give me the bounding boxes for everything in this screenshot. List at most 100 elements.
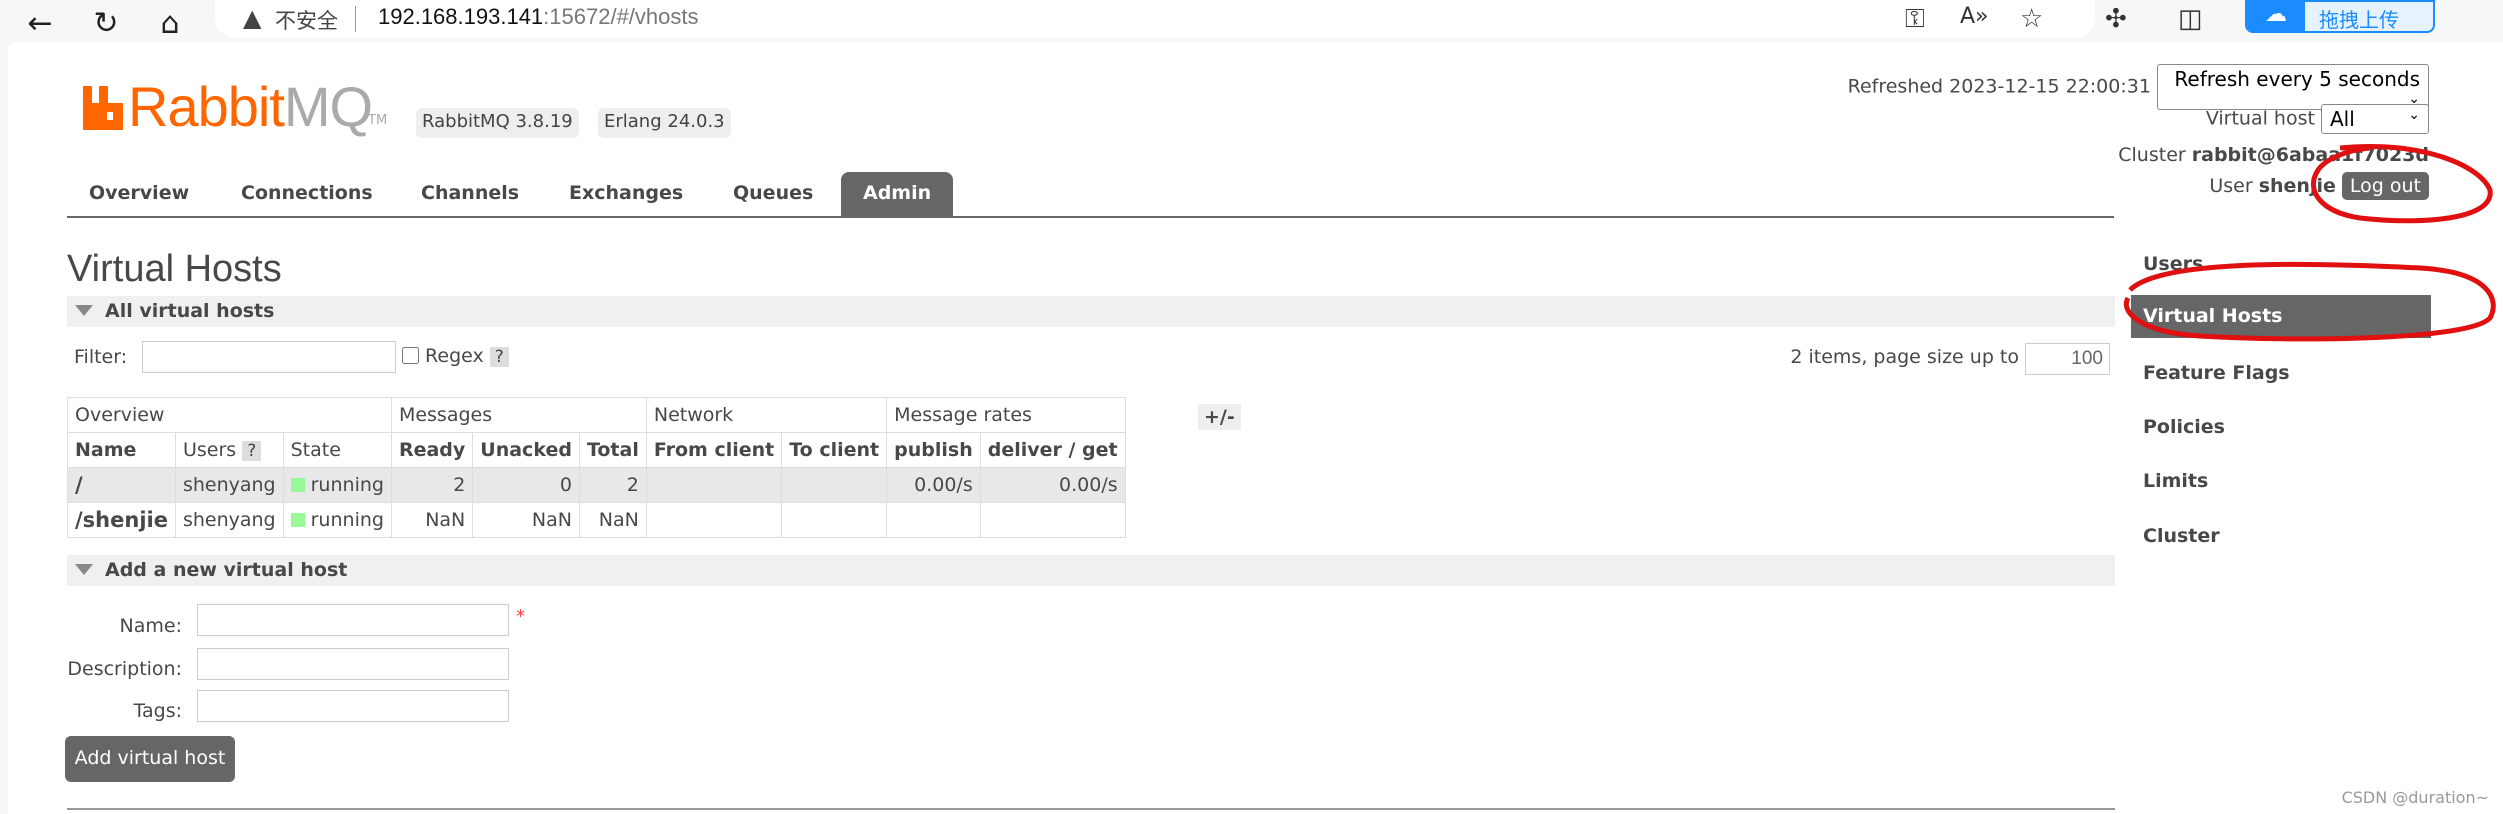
url-text[interactable]: 192.168.193.141:15672/#/vhosts	[378, 4, 699, 30]
cell-deliver-get: 0.00/s	[979, 467, 1126, 503]
add-vhost-button[interactable]: Add virtual host	[65, 736, 235, 782]
cell-publish: 0.00/s	[886, 467, 981, 503]
tags-label: Tags:	[133, 700, 182, 722]
tab-connections[interactable]: Connections	[219, 172, 395, 217]
cell-ready: NaN	[390, 502, 474, 538]
regex-row: Regex ?	[402, 345, 509, 367]
col-total: Total	[578, 432, 647, 468]
extensions-icon[interactable]: ✣	[2105, 4, 2127, 34]
vhosts-table: Overview Messages Network Message rates …	[67, 397, 1126, 538]
user-label: User	[2209, 175, 2253, 197]
divider	[355, 6, 356, 32]
split-screen-icon[interactable]: ◫	[2178, 4, 2203, 34]
sidebar-item-users[interactable]: Users	[2131, 243, 2431, 286]
vhost-tags-input[interactable]	[197, 690, 509, 722]
vhost-select-value: All	[2330, 107, 2355, 131]
col-from-client: From client	[645, 432, 783, 468]
state-text: running	[310, 474, 384, 496]
upload-label: 拖拽上传	[2319, 8, 2399, 32]
version-badge: RabbitMQ 3.8.19	[416, 108, 579, 138]
sidebar-item-feature-flags[interactable]: Feature Flags	[2131, 352, 2431, 395]
page-title: Virtual Hosts	[67, 248, 282, 290]
vhost-name-link[interactable]: /shenjie	[67, 502, 176, 538]
url-path: :15672/#/vhosts	[543, 4, 699, 29]
col-publish: publish	[886, 432, 981, 468]
logo-rabbit: Rabbit	[128, 75, 285, 138]
col-users: Users ?	[174, 432, 284, 468]
logo-mq: MQ	[283, 75, 373, 138]
divider	[67, 808, 2115, 810]
col-ready: Ready	[390, 432, 474, 468]
regex-help-button[interactable]: ?	[489, 347, 509, 367]
collapse-triangle-icon	[75, 305, 93, 316]
home-icon[interactable]: ⌂	[150, 6, 190, 41]
regex-label: Regex	[425, 345, 484, 367]
watermark: CSDN @duration~	[2341, 788, 2489, 807]
cell-to-client	[781, 467, 888, 503]
reload-icon[interactable]: ↻	[86, 6, 126, 41]
required-marker: *	[516, 606, 525, 627]
description-label: Description:	[67, 658, 182, 680]
table-row: / shenyang running 2 0 2 0.00/s 0.00/s	[67, 467, 1126, 503]
group-overview: Overview	[67, 397, 392, 433]
cluster-row: Cluster rabbit@6abaa1f7023d	[2118, 144, 2429, 166]
filter-input[interactable]	[142, 341, 396, 373]
col-name[interactable]: Name	[67, 432, 176, 468]
users-help-button[interactable]: ?	[242, 441, 262, 461]
section-title: All virtual hosts	[105, 300, 275, 322]
warning-icon[interactable]: ▲	[243, 4, 261, 32]
group-network: Network	[645, 397, 888, 433]
regex-checkbox[interactable]	[402, 347, 419, 364]
page-size-input[interactable]	[2025, 343, 2110, 375]
baidu-cloud-icon: ☁	[2247, 2, 2305, 31]
tab-exchanges[interactable]: Exchanges	[547, 172, 705, 217]
address-bar[interactable]: ▲ 不安全 192.168.193.141:15672/#/vhosts ⚿ A…	[215, 0, 2095, 38]
col-to-client: To client	[781, 432, 888, 468]
read-aloud-icon[interactable]: A»	[1960, 4, 1989, 29]
collapse-triangle-icon	[75, 564, 93, 575]
cell-total: 2	[578, 467, 647, 503]
back-icon[interactable]: ←	[20, 6, 60, 41]
key-icon[interactable]: ⚿	[1905, 4, 1925, 35]
sidebar-item-limits[interactable]: Limits	[2131, 460, 2431, 503]
table-row: /shenjie shenyang running NaN NaN NaN	[67, 502, 1126, 538]
cell-unacked: NaN	[472, 502, 580, 538]
filter-label: Filter:	[74, 346, 128, 368]
tab-channels[interactable]: Channels	[399, 172, 541, 217]
sidebar-item-policies[interactable]: Policies	[2131, 406, 2431, 449]
col-state: State	[282, 432, 392, 468]
col-unacked: Unacked	[472, 432, 580, 468]
cell-users: shenyang	[174, 502, 284, 538]
tab-divider	[67, 216, 2114, 218]
col-deliver-get: deliver / get	[979, 432, 1126, 468]
rabbitmq-logo-icon	[83, 86, 123, 130]
state-text: running	[310, 509, 384, 531]
sidebar-item-cluster[interactable]: Cluster	[2131, 515, 2431, 558]
section-title: Add a new virtual host	[105, 559, 348, 581]
cell-deliver-get	[979, 502, 1126, 538]
insecure-label[interactable]: 不安全	[275, 5, 338, 35]
column-toggle-button[interactable]: +/-	[1198, 404, 1241, 430]
sidebar-item-virtual-hosts[interactable]: Virtual Hosts	[2131, 295, 2431, 338]
logout-button[interactable]: Log out	[2341, 172, 2429, 200]
name-label: Name:	[119, 615, 182, 637]
tab-admin[interactable]: Admin	[841, 172, 954, 217]
cluster-label: Cluster	[2118, 144, 2186, 166]
vhost-description-input[interactable]	[197, 648, 509, 680]
upload-button[interactable]: ☁ 拖拽上传	[2245, 0, 2435, 33]
cluster-name: rabbit@6abaa1f7023d	[2191, 144, 2429, 166]
cell-publish	[886, 502, 981, 538]
tab-queues[interactable]: Queues	[711, 172, 835, 217]
browser-toolbar: ← ↻ ⌂ ▲ 不安全 192.168.193.141:15672/#/vhos…	[0, 0, 2503, 48]
user-row: User shenjie Log out	[2209, 172, 2429, 200]
tab-overview[interactable]: Overview	[67, 172, 211, 217]
cell-state: running	[282, 502, 392, 538]
star-icon[interactable]: ☆	[2020, 4, 2043, 34]
vhost-name-input[interactable]	[197, 604, 509, 636]
vhost-select[interactable]: All ⌄	[2321, 104, 2429, 134]
cell-from-client	[645, 467, 783, 503]
refresh-interval-value: Refresh every 5 seconds	[2174, 67, 2420, 91]
vhost-name-link[interactable]: /	[67, 467, 176, 503]
section-all-vhosts[interactable]: All virtual hosts	[67, 296, 2115, 327]
section-add-vhost[interactable]: Add a new virtual host	[67, 555, 2115, 586]
